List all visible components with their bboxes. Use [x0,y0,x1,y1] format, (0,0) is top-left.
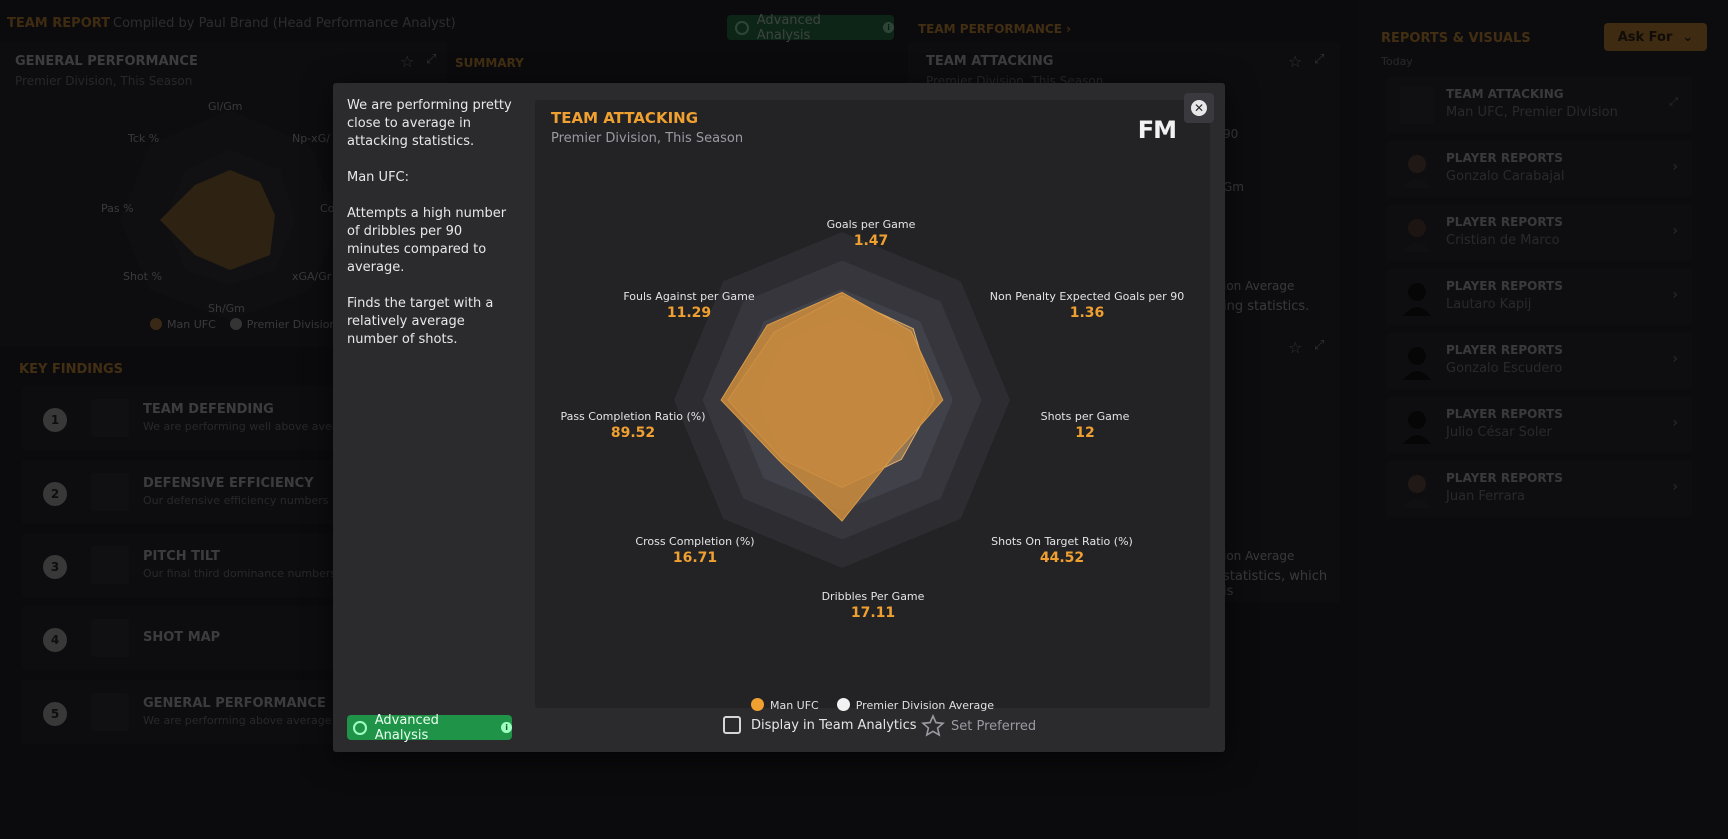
advanced-analysis-label: Advanced Analysis [374,712,439,743]
axis-value: 1.36 [1069,305,1105,321]
axis-label-shots-on-target: Shots On Target Ratio (%) 44.52 [991,535,1133,566]
axis-name: Non Penalty Expected Goals per 90 [989,290,1185,303]
close-button[interactable]: ✕ [1184,93,1214,123]
axis-label-npxg: Non Penalty Expected Goals per 90 1.36 [990,290,1184,321]
axis-name: Pass Completion Ratio (%) [560,410,706,423]
legend-label: Man UFC [769,699,819,712]
axis-label-fouls: Fouls Against per Game 11.29 [623,290,754,321]
summary-paragraph: Attempts a high number of dribbles per 9… [347,206,507,275]
summary-paragraph: We are performing pretty close to averag… [347,98,512,149]
set-preferred-button[interactable]: Set Preferred [921,714,1036,738]
axis-name: Goals per Game [826,218,916,231]
display-checkbox[interactable] [723,716,741,734]
axis-label-pass: Pass Completion Ratio (%) 89.52 [560,410,705,441]
legend-item-team: Man UFC [750,698,819,712]
summary-paragraph: Man UFC: [347,170,410,185]
chart-legend: Man UFC Premier Division Average [535,698,1210,712]
axis-name: Shots per Game [1040,410,1130,423]
axis-value: 44.52 [1039,550,1085,566]
axis-label-goals: Goals per Game 1.47 [827,218,916,249]
axis-name: Shots On Target Ratio (%) [991,535,1133,548]
axis-value: 12 [1075,425,1095,441]
axis-name: Cross Completion (%) [635,535,755,548]
legend-label: Premier Division Average [855,699,995,712]
set-preferred-label: Set Preferred [951,718,1037,734]
summary-paragraph: Finds the target with a relatively avera… [347,296,494,347]
chart-panel: TEAM ATTACKING Premier Division, This Se… [535,100,1210,712]
display-in-team-analytics[interactable]: Display in Team Analytics [723,716,917,734]
display-label: Display in Team Analytics [751,717,917,733]
axis-label-cross: Cross Completion (%) 16.71 [635,535,754,566]
legend-dot [750,698,764,711]
axis-value: 17.11 [850,605,896,621]
star-icon [921,714,945,737]
info-icon: i [501,722,512,733]
axis-name: Dribbles Per Game [821,590,925,603]
legend-item-average: Premier Division Average [836,698,995,712]
axis-label-shots: Shots per Game 12 [1041,410,1130,441]
axis-label-dribbles: Dribbles Per Game 17.11 [822,590,925,621]
close-icon: ✕ [1191,100,1207,116]
axis-value: 11.29 [666,305,712,321]
axis-name: Fouls Against per Game [623,290,755,303]
legend-dot [836,698,850,711]
advanced-analysis-button[interactable]: Advanced Analysis i [347,712,512,743]
axis-value: 1.47 [853,233,889,249]
axis-value: 89.52 [610,425,656,441]
analysis-icon [353,720,367,735]
axis-value: 16.71 [672,550,718,566]
modal-summary: We are performing pretty close to averag… [347,97,517,367]
team-attacking-modal: We are performing pretty close to averag… [333,83,1225,752]
